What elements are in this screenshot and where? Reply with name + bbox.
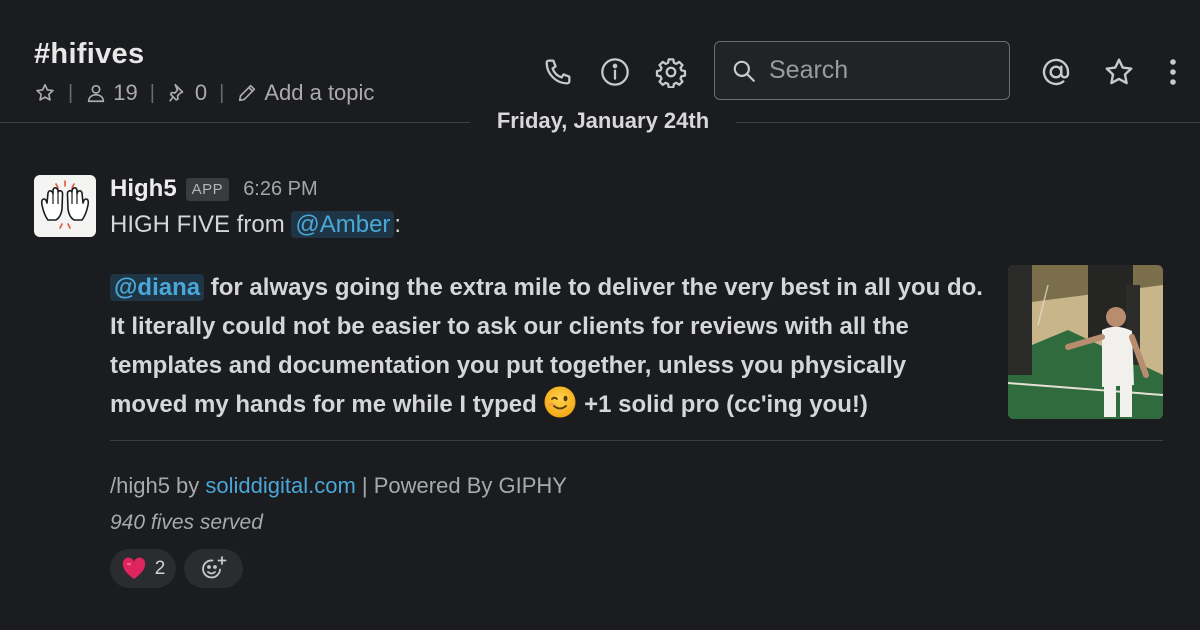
channel-header: #hifives | 19 | 0 | Add a topic Search [0, 0, 1200, 122]
footer-suffix: | Powered By GIPHY [355, 473, 567, 498]
divider-line-right [736, 122, 1200, 123]
message-body: @diana for always going the extra mile t… [110, 268, 990, 424]
search-icon [733, 60, 755, 82]
high-five-hands-logo [40, 180, 90, 229]
heart-icon [122, 557, 145, 579]
add-topic-label: Add a topic [264, 80, 375, 105]
reaction-count: 2 [154, 557, 166, 579]
gear-icon [655, 58, 687, 88]
at-icon [1042, 58, 1070, 86]
pencil-icon [239, 84, 256, 102]
pins-count: 0 [194, 80, 208, 105]
call-button[interactable] [541, 55, 575, 89]
reaction-heart[interactable]: 2 [110, 549, 176, 588]
channel-settings-button[interactable] [654, 55, 688, 89]
more-vertical-icon [1170, 59, 1176, 85]
message-header: High5 APP 6:26 PM [110, 174, 318, 204]
divider-line-left [0, 122, 470, 123]
meta-separator: | [149, 81, 155, 104]
avatar[interactable] [34, 175, 96, 237]
date-divider-label[interactable]: Friday, January 24th [474, 108, 732, 138]
attachment-footer: /high5 by soliddigital.com | Powered By … [110, 473, 567, 499]
footer-link[interactable]: soliddigital.com [205, 473, 355, 498]
add-reaction-button[interactable] [184, 549, 243, 588]
pins-button[interactable]: 0 [167, 80, 207, 106]
star-outline-icon [36, 83, 54, 101]
meta-separator: | [68, 81, 74, 104]
search-input[interactable] [769, 56, 989, 85]
channel-details-button[interactable] [598, 55, 632, 89]
channel-name[interactable]: #hifives [34, 38, 144, 71]
attachment-divider [110, 440, 1163, 441]
add-emoji-icon [201, 555, 226, 578]
giphy-thumbnail[interactable] [1008, 265, 1163, 419]
more-button[interactable] [1156, 55, 1190, 89]
members-button[interactable]: 19 [85, 80, 138, 106]
info-icon [601, 58, 629, 86]
basketball-gif-image [1008, 265, 1163, 419]
fives-served: 940 fives served [110, 511, 263, 534]
message-intro: HIGH FIVE from @Amber: [110, 211, 401, 239]
star-channel-button[interactable] [34, 82, 56, 104]
message-timestamp[interactable]: 6:26 PM [243, 178, 317, 201]
member-icon [88, 84, 105, 103]
mention-amber[interactable]: @Amber [291, 211, 395, 238]
meta-separator: | [219, 81, 225, 104]
body-tail: +1 solid pro (cc'ing you!) [577, 391, 868, 418]
starred-items-button[interactable] [1102, 55, 1136, 89]
pin-icon [168, 83, 184, 102]
add-topic-button[interactable]: Add a topic [236, 80, 374, 106]
intro-text: HIGH FIVE from [110, 211, 292, 238]
star-icon [1105, 58, 1133, 85]
phone-icon [545, 59, 571, 85]
channel-meta: | 19 | 0 | Add a topic [34, 80, 374, 106]
members-count: 19 [113, 80, 138, 105]
search-box[interactable] [714, 41, 1010, 100]
mention-diana[interactable]: @diana [110, 274, 205, 301]
winking-face-emoji-icon [544, 386, 576, 418]
footer-command: /high5 by [110, 473, 206, 498]
intro-suffix: : [394, 211, 402, 238]
mentions-button[interactable] [1039, 55, 1073, 89]
sender-name[interactable]: High5 [110, 175, 177, 203]
app-badge: APP [185, 177, 230, 201]
